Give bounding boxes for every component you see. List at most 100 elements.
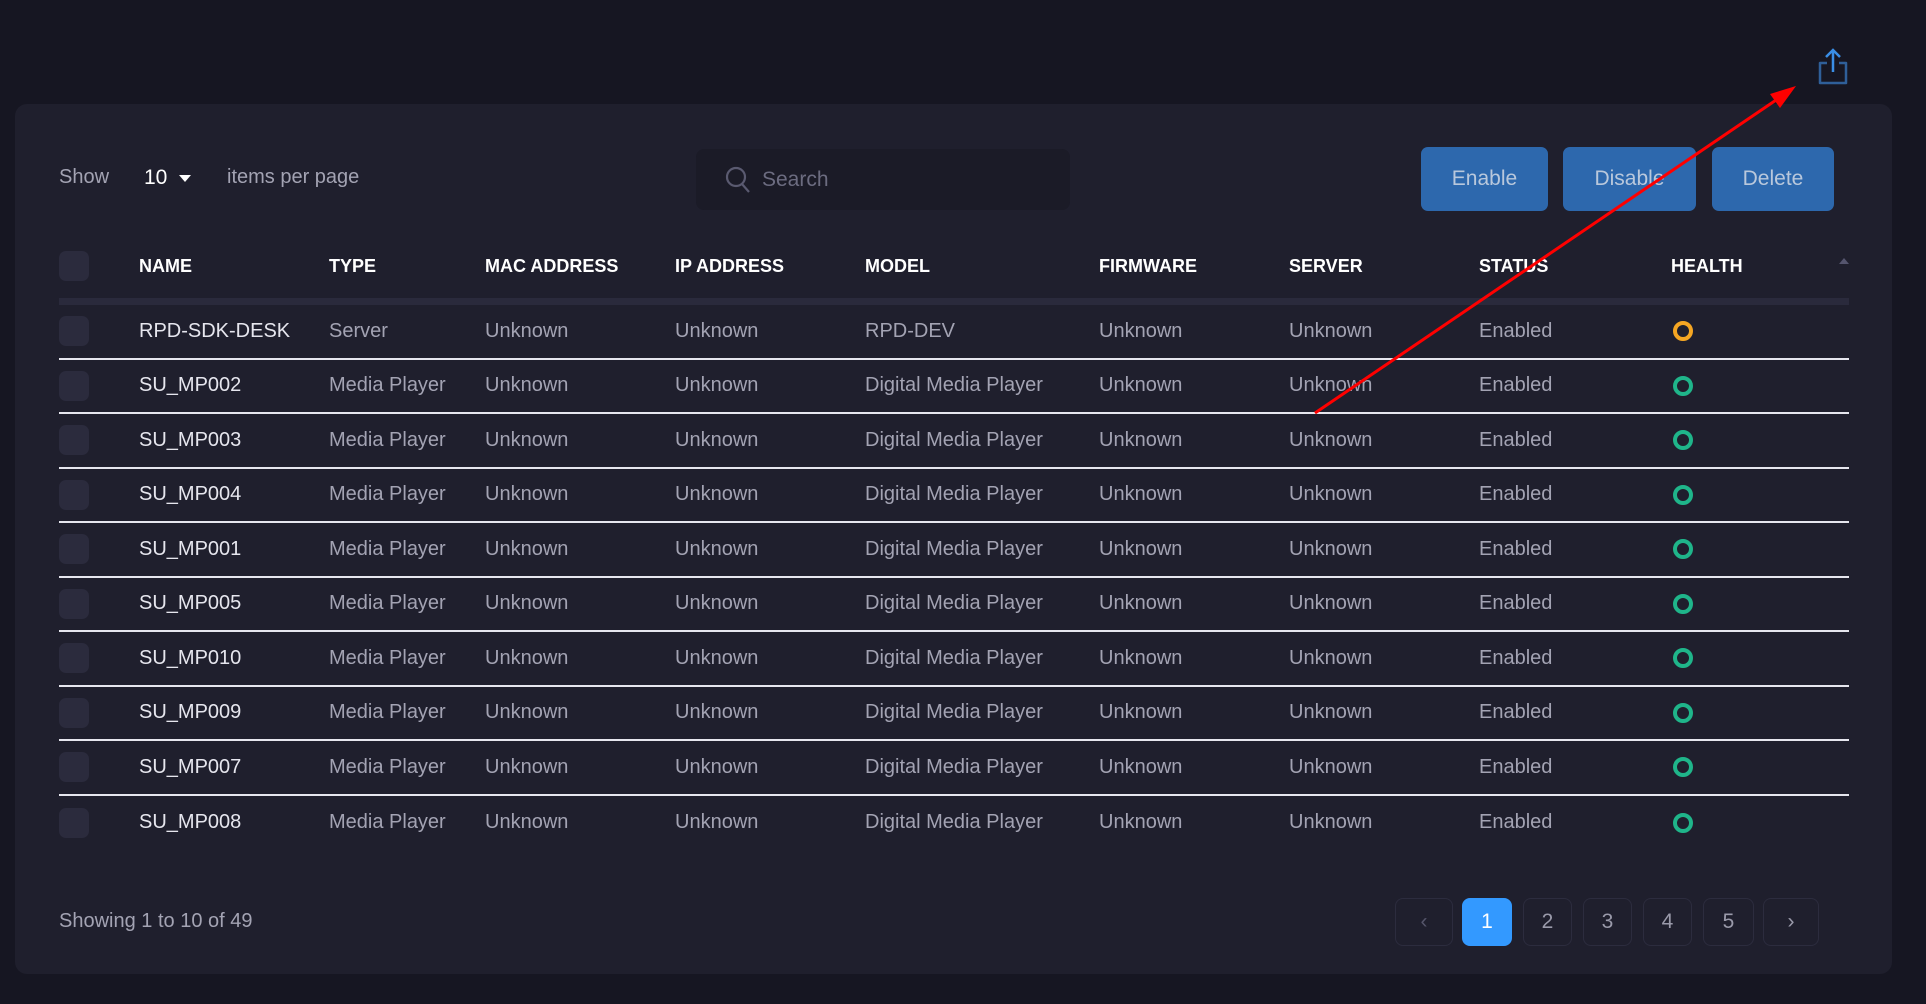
status-dot <box>1673 430 1693 451</box>
cell-status: Enabled <box>1479 646 1553 669</box>
enable-button[interactable]: Enable <box>1421 147 1548 211</box>
cell-server: Unknown <box>1289 537 1373 560</box>
cell-name: SU_MP008 <box>139 811 242 834</box>
show-label: Show <box>59 166 110 188</box>
table-row[interactable]: SU_MP004 Media Player Unknown Unknown Digita… <box>59 469 1849 523</box>
prev-page-button[interactable]: ‹ <box>1395 898 1453 946</box>
disable-button[interactable]: Disable <box>1563 147 1696 211</box>
cell-name: SU_MP004 <box>139 483 242 506</box>
cell-server: Unknown <box>1289 646 1373 669</box>
cell-model: Digital Media Player <box>865 701 1043 724</box>
cell-firmware: Unknown <box>1099 428 1183 451</box>
page-button-5[interactable]: 5 <box>1703 898 1754 946</box>
next-page-button[interactable]: › <box>1763 898 1819 946</box>
cell-status: Enabled <box>1479 428 1553 451</box>
health-warning-icon <box>1673 321 1693 342</box>
row-checkbox[interactable] <box>59 752 89 783</box>
cell-ip: Unknown <box>675 701 759 724</box>
table-row[interactable]: SU_MP010 Media Player Unknown Unknown Digita… <box>59 632 1849 687</box>
status-dot <box>1673 812 1693 833</box>
page-button-1[interactable]: 1 <box>1462 898 1512 946</box>
cell-mac: Unknown <box>485 483 569 506</box>
column-header-type[interactable]: TYPE <box>329 256 376 277</box>
cell-firmware: Unknown <box>1099 537 1183 560</box>
page-button-2[interactable]: 2 <box>1523 898 1572 946</box>
column-header-name[interactable]: NAME <box>139 256 192 277</box>
cell-server: Unknown <box>1289 811 1373 834</box>
status-dot <box>1673 321 1693 342</box>
cell-type: Media Player <box>329 755 446 778</box>
cell-type: Media Player <box>329 537 446 560</box>
cell-status: Enabled <box>1479 811 1553 834</box>
search-input[interactable] <box>762 167 1042 192</box>
row-checkbox[interactable] <box>59 370 89 401</box>
select-all-checkbox[interactable] <box>59 251 89 281</box>
table-row[interactable]: SU_MP001 Media Player Unknown Unknown Digita… <box>59 523 1849 578</box>
export-button[interactable] <box>1816 46 1850 86</box>
table-row[interactable]: SU_MP009 Media Player Unknown Unknown Digita… <box>59 687 1849 741</box>
cell-mac: Unknown <box>485 319 569 342</box>
status-dot <box>1673 375 1693 396</box>
cell-ip: Unknown <box>675 319 759 342</box>
status-dot <box>1673 757 1693 778</box>
row-checkbox[interactable] <box>59 588 89 619</box>
cell-server: Unknown <box>1289 755 1373 778</box>
column-header-health[interactable]: HEALTH <box>1671 256 1743 277</box>
column-header-mac-address[interactable]: MAC ADDRESS <box>485 256 618 277</box>
health-healthy-icon <box>1673 812 1693 833</box>
search-box <box>696 149 1070 210</box>
cell-name: SU_MP009 <box>139 701 242 724</box>
cell-firmware: Unknown <box>1099 319 1183 342</box>
column-header-ip-address[interactable]: IP ADDRESS <box>675 256 784 277</box>
status-dot <box>1673 593 1693 614</box>
column-header-status[interactable]: STATUS <box>1479 256 1548 277</box>
cell-status: Enabled <box>1479 483 1553 506</box>
cell-server: Unknown <box>1289 701 1373 724</box>
status-dot <box>1673 484 1693 505</box>
row-checkbox[interactable] <box>59 697 89 728</box>
table-row[interactable]: SU_MP002 Media Player Unknown Unknown Digita… <box>59 360 1849 414</box>
cell-name: SU_MP002 <box>139 374 242 397</box>
cell-mac: Unknown <box>485 537 569 560</box>
health-healthy-icon <box>1673 484 1693 505</box>
cell-model: Digital Media Player <box>865 811 1043 834</box>
delete-button[interactable]: Delete <box>1712 147 1834 211</box>
page-button-3[interactable]: 3 <box>1583 898 1632 946</box>
cell-firmware: Unknown <box>1099 811 1183 834</box>
row-checkbox[interactable] <box>59 316 89 347</box>
row-checkbox[interactable] <box>59 479 89 510</box>
cell-mac: Unknown <box>485 701 569 724</box>
cell-model: RPD-DEV <box>865 319 956 342</box>
devices-table: NAME TYPE MAC ADDRESS IP ADDRESS MODEL FIRMWA… <box>59 234 1849 850</box>
chevron-left-icon: ‹ <box>1420 910 1428 933</box>
cell-firmware: Unknown <box>1099 374 1183 397</box>
search-icon <box>725 166 750 193</box>
cell-type: Media Player <box>329 428 446 451</box>
status-dot <box>1673 702 1693 723</box>
row-checkbox[interactable] <box>59 425 89 456</box>
per-page-select[interactable]: 10 <box>144 166 192 190</box>
cell-name: SU_MP007 <box>139 755 242 778</box>
cell-firmware: Unknown <box>1099 701 1183 724</box>
cell-type: Media Player <box>329 592 446 615</box>
column-header-server[interactable]: SERVER <box>1289 256 1363 277</box>
cell-ip: Unknown <box>675 592 759 615</box>
table-row[interactable]: SU_MP005 Media Player Unknown Unknown Digita… <box>59 578 1849 632</box>
cell-type: Media Player <box>329 483 446 506</box>
sort-asc-icon[interactable] <box>1839 258 1849 264</box>
table-row[interactable]: SU_MP003 Media Player Unknown Unknown Digita… <box>59 414 1849 469</box>
row-checkbox[interactable] <box>59 643 89 674</box>
row-checkbox[interactable] <box>59 807 89 838</box>
column-header-model[interactable]: MODEL <box>865 256 930 277</box>
status-dot <box>1673 648 1693 669</box>
column-header-firmware[interactable]: FIRMWARE <box>1099 256 1197 277</box>
health-healthy-icon <box>1673 757 1693 778</box>
table-row[interactable]: SU_MP008 Media Player Unknown Unknown Digita… <box>59 796 1849 851</box>
cell-type: Server <box>329 319 388 342</box>
cell-mac: Unknown <box>485 428 569 451</box>
row-checkbox[interactable] <box>59 534 89 565</box>
share-export-icon <box>1818 48 1848 85</box>
table-row[interactable]: SU_MP007 Media Player Unknown Unknown Digita… <box>59 741 1849 796</box>
table-row[interactable]: RPD-SDK-DESK Server Unknown Unknown RPD-DEV U… <box>59 305 1849 360</box>
page-button-4[interactable]: 4 <box>1643 898 1692 946</box>
